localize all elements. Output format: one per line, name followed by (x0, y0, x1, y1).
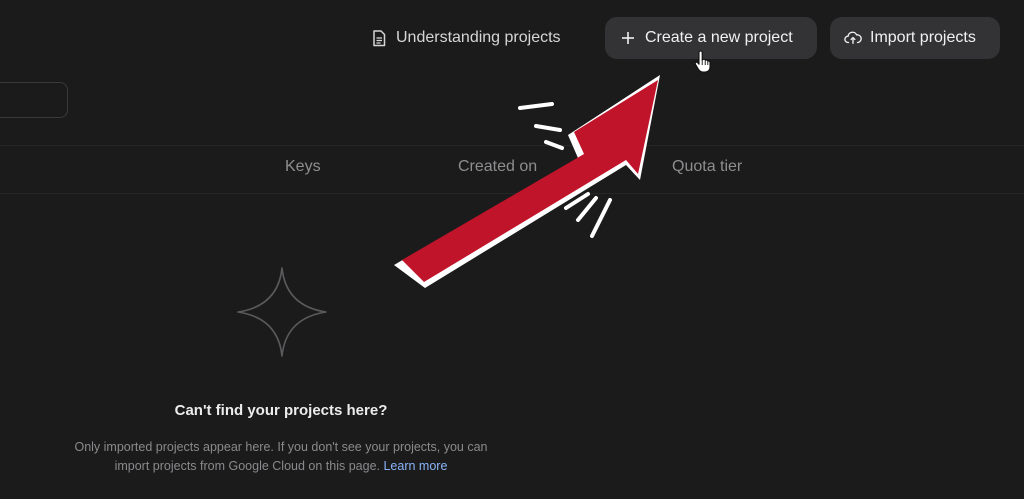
empty-state-description: Only imported projects appear here. If y… (50, 438, 512, 476)
sparkle-icon (236, 266, 328, 358)
document-icon (370, 29, 388, 47)
empty-state-text-line2: import projects from Google Cloud on thi… (114, 459, 380, 473)
top-toolbar: Understanding projects Create a new proj… (0, 17, 1024, 59)
understanding-projects-label: Understanding projects (396, 29, 561, 46)
learn-more-link[interactable]: Learn more (383, 459, 447, 473)
empty-state-text-line1: Only imported projects appear here. If y… (74, 440, 488, 454)
cloud-upload-icon (844, 29, 862, 47)
column-header-keys[interactable]: Keys (285, 158, 321, 176)
import-projects-button[interactable]: Import projects (830, 17, 1000, 59)
annotation-arrow-overlay (394, 75, 660, 288)
import-projects-label: Import projects (870, 29, 976, 46)
plus-icon (619, 29, 637, 47)
hand-pointer-icon (693, 50, 713, 74)
empty-state-title: Can't find your projects here? (174, 402, 388, 419)
column-header-quota-tier[interactable]: Quota tier (672, 158, 742, 176)
understanding-projects-link[interactable]: Understanding projects (370, 17, 561, 59)
partial-filter-field[interactable] (0, 82, 68, 118)
create-project-label: Create a new project (645, 29, 793, 46)
